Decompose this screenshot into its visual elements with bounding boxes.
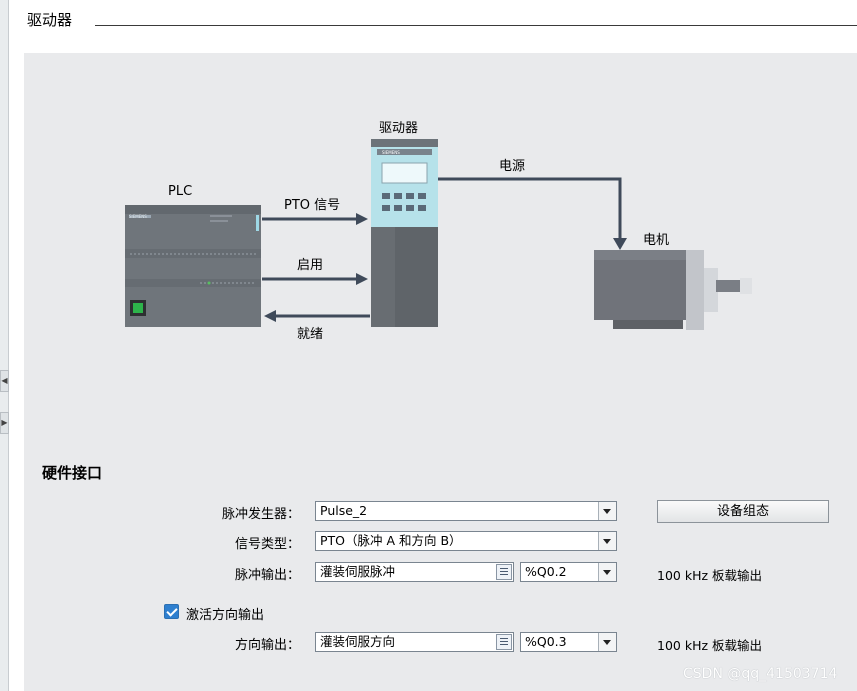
power-label: 电源 bbox=[499, 159, 526, 174]
direction-output-tag-field[interactable]: 灌装伺服方向 bbox=[315, 632, 514, 652]
tag-list-icon[interactable] bbox=[496, 564, 512, 580]
device-configuration-button[interactable]: 设备组态 bbox=[657, 500, 829, 523]
pulse-output-address: %Q0.2 bbox=[525, 564, 567, 579]
direction-output-label: 方向输出： bbox=[234, 638, 300, 653]
direction-output-note: 100 kHz 板载输出 bbox=[657, 638, 763, 653]
content-panel bbox=[24, 53, 857, 691]
pulse-generator-value: Pulse_2 bbox=[320, 503, 368, 518]
pulse-output-note: 100 kHz 板载输出 bbox=[657, 568, 763, 583]
tag-list-icon[interactable] bbox=[496, 634, 512, 650]
pulse-generator-select[interactable]: Pulse_2 bbox=[315, 501, 617, 521]
chevron-down-icon[interactable] bbox=[598, 502, 616, 520]
section-divider bbox=[95, 25, 857, 26]
direction-output-tag: 灌装伺服方向 bbox=[320, 634, 396, 649]
left-splitter[interactable] bbox=[0, 0, 9, 691]
enable-direction-checkbox[interactable] bbox=[164, 604, 179, 619]
enable-signal-label: 启用 bbox=[297, 258, 324, 273]
collapse-left-arrow-icon[interactable]: ◀ bbox=[0, 370, 9, 392]
drive-label: 驱动器 bbox=[379, 121, 419, 136]
chevron-down-icon[interactable] bbox=[598, 633, 616, 651]
pulse-output-label: 脉冲输出： bbox=[234, 568, 300, 583]
pulse-generator-label: 脉冲发生器： bbox=[221, 507, 300, 522]
signal-type-label: 信号类型： bbox=[234, 537, 300, 552]
watermark: CSDN @qq_41503714 bbox=[683, 666, 838, 682]
direction-output-address: %Q0.3 bbox=[525, 634, 567, 649]
plc-label: PLC bbox=[168, 184, 193, 199]
expand-right-arrow-icon[interactable]: ▶ bbox=[0, 412, 9, 434]
motor-label: 电机 bbox=[643, 233, 670, 248]
chevron-down-icon[interactable] bbox=[598, 563, 616, 581]
pto-signal-label: PTO 信号 bbox=[284, 198, 341, 213]
pulse-output-address-select[interactable]: %Q0.2 bbox=[520, 562, 617, 582]
enable-direction-label[interactable]: 激活方向输出 bbox=[186, 604, 264, 623]
pulse-output-tag: 灌装伺服脉冲 bbox=[320, 564, 396, 579]
chevron-down-icon[interactable] bbox=[598, 532, 616, 550]
ready-signal-label: 就绪 bbox=[297, 327, 324, 342]
signal-type-select[interactable]: PTO（脉冲 A 和方向 B） bbox=[315, 531, 617, 551]
section-title: 驱动器 bbox=[27, 11, 73, 29]
pulse-output-tag-field[interactable]: 灌装伺服脉冲 bbox=[315, 562, 514, 582]
hardware-interface-title: 硬件接口 bbox=[42, 464, 103, 482]
direction-output-address-select[interactable]: %Q0.3 bbox=[520, 632, 617, 652]
signal-type-value: PTO（脉冲 A 和方向 B） bbox=[320, 533, 462, 548]
